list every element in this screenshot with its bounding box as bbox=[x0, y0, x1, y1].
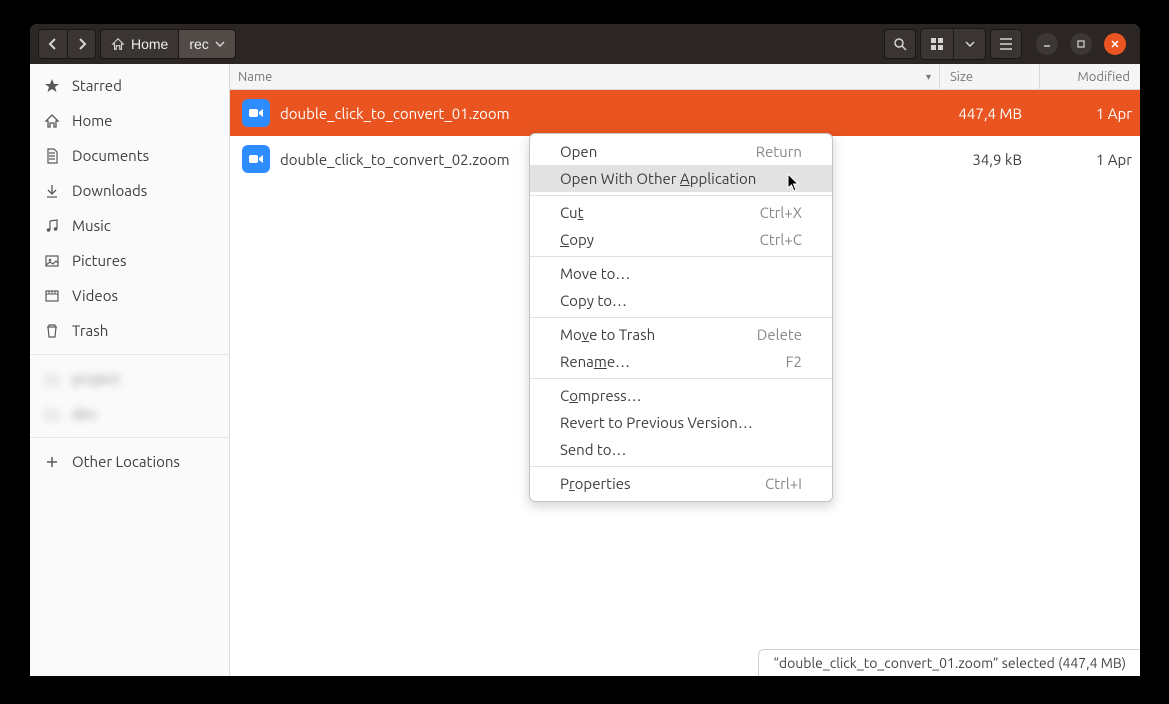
list-header: Name ▾ Size Modified bbox=[230, 64, 1140, 90]
video-icon bbox=[44, 288, 60, 304]
cm-move-to-trash[interactable]: Move to Trash Delete bbox=[530, 321, 832, 348]
cm-open[interactable]: Open Return bbox=[530, 138, 832, 165]
plus-icon bbox=[44, 454, 60, 470]
separator bbox=[530, 378, 832, 379]
breadcrumb-current-label: rec bbox=[189, 36, 208, 52]
sidebar-item-pictures[interactable]: Pictures bbox=[30, 243, 229, 278]
sidebar-item-music[interactable]: Music bbox=[30, 208, 229, 243]
close-button[interactable] bbox=[1104, 33, 1126, 55]
cm-copy[interactable]: Copy Ctrl+C bbox=[530, 226, 832, 253]
sidebar-item-label: Downloads bbox=[72, 182, 147, 199]
breadcrumb: Home rec bbox=[100, 29, 236, 59]
file-row[interactable]: double_click_to_convert_01.zoom 447,4 MB… bbox=[230, 90, 1140, 136]
sidebar-item-label: Music bbox=[72, 217, 111, 234]
hamburger-menu-button[interactable] bbox=[990, 29, 1022, 59]
close-icon bbox=[1110, 39, 1120, 49]
sidebar-item-masked[interactable]: dev bbox=[30, 396, 229, 431]
sidebar-item-downloads[interactable]: Downloads bbox=[30, 173, 229, 208]
separator bbox=[530, 466, 832, 467]
sidebar-item-label: Videos bbox=[72, 287, 118, 304]
cm-open-with-other[interactable]: Open With Other Application bbox=[530, 165, 832, 192]
window-controls bbox=[1036, 33, 1126, 55]
file-modified: 1 Apr bbox=[1040, 105, 1140, 122]
cm-rename[interactable]: Rename… F2 bbox=[530, 348, 832, 375]
cm-compress[interactable]: Compress… bbox=[530, 382, 832, 409]
status-bar: “double_click_to_convert_01.zoom” select… bbox=[758, 649, 1140, 676]
separator bbox=[530, 195, 832, 196]
breadcrumb-current[interactable]: rec bbox=[178, 30, 234, 58]
sidebar-item-label: Other Locations bbox=[72, 453, 180, 470]
col-name-header[interactable]: Name ▾ bbox=[230, 64, 940, 89]
folder-icon bbox=[44, 406, 60, 422]
grid-icon bbox=[930, 37, 944, 51]
view-mode-group bbox=[920, 28, 986, 60]
cm-send-to[interactable]: Send to… bbox=[530, 436, 832, 463]
search-icon bbox=[893, 37, 907, 51]
star-icon bbox=[44, 78, 60, 94]
grid-view-button[interactable] bbox=[921, 29, 953, 59]
zoom-file-icon bbox=[242, 145, 270, 173]
sidebar-item-label: Starred bbox=[72, 77, 122, 94]
sidebar-item-label: Documents bbox=[72, 147, 149, 164]
sidebar: Starred Home Documents Downloads Music bbox=[30, 64, 230, 676]
chevron-down-icon bbox=[965, 41, 975, 47]
back-button[interactable] bbox=[39, 30, 67, 58]
zoom-file-icon bbox=[242, 99, 270, 127]
cm-copy-to[interactable]: Copy to… bbox=[530, 287, 832, 314]
sort-indicator-icon: ▾ bbox=[926, 71, 931, 83]
minimize-icon bbox=[1042, 39, 1052, 49]
breadcrumb-home-label: Home bbox=[131, 36, 168, 52]
maximize-button[interactable] bbox=[1070, 33, 1092, 55]
sidebar-item-label: Home bbox=[72, 112, 112, 129]
col-size-header[interactable]: Size bbox=[940, 64, 1040, 89]
file-size: 34,9 kB bbox=[940, 151, 1040, 168]
document-icon bbox=[44, 148, 60, 164]
trash-icon bbox=[44, 323, 60, 339]
separator bbox=[530, 317, 832, 318]
cm-properties[interactable]: Properties Ctrl+I bbox=[530, 470, 832, 497]
file-manager-window: Home rec Starred bbox=[30, 24, 1140, 676]
picture-icon bbox=[44, 253, 60, 269]
home-icon bbox=[111, 37, 125, 51]
file-modified: 1 Apr bbox=[1040, 151, 1140, 168]
file-size: 447,4 MB bbox=[940, 105, 1040, 122]
view-dropdown-button[interactable] bbox=[953, 29, 985, 59]
sidebar-item-other-locations[interactable]: Other Locations bbox=[30, 444, 229, 479]
sidebar-item-trash[interactable]: Trash bbox=[30, 313, 229, 348]
context-menu: Open Return Open With Other Application … bbox=[529, 133, 833, 502]
minimize-button[interactable] bbox=[1036, 33, 1058, 55]
music-icon bbox=[44, 218, 60, 234]
chevron-down-icon bbox=[215, 41, 225, 47]
titlebar: Home rec bbox=[30, 24, 1140, 64]
breadcrumb-home[interactable]: Home bbox=[101, 30, 178, 58]
sidebar-item-starred[interactable]: Starred bbox=[30, 68, 229, 103]
separator bbox=[530, 256, 832, 257]
status-text: “double_click_to_convert_01.zoom” select… bbox=[773, 655, 1126, 671]
cm-cut[interactable]: Cut Ctrl+X bbox=[530, 199, 832, 226]
sidebar-item-masked[interactable]: project bbox=[30, 361, 229, 396]
cm-revert[interactable]: Revert to Previous Version… bbox=[530, 409, 832, 436]
forward-button[interactable] bbox=[67, 30, 95, 58]
search-button[interactable] bbox=[884, 29, 916, 59]
file-name: double_click_to_convert_01.zoom bbox=[280, 105, 940, 122]
cm-move-to[interactable]: Move to… bbox=[530, 260, 832, 287]
nav-buttons bbox=[38, 29, 96, 59]
sidebar-item-documents[interactable]: Documents bbox=[30, 138, 229, 173]
sidebar-item-videos[interactable]: Videos bbox=[30, 278, 229, 313]
maximize-icon bbox=[1076, 39, 1086, 49]
sidebar-item-home[interactable]: Home bbox=[30, 103, 229, 138]
download-icon bbox=[44, 183, 60, 199]
home-icon bbox=[44, 113, 60, 129]
col-modified-header[interactable]: Modified bbox=[1040, 64, 1140, 89]
hamburger-icon bbox=[999, 38, 1013, 50]
sidebar-item-label: Trash bbox=[72, 322, 108, 339]
folder-icon bbox=[44, 371, 60, 387]
sidebar-item-label: Pictures bbox=[72, 252, 127, 269]
